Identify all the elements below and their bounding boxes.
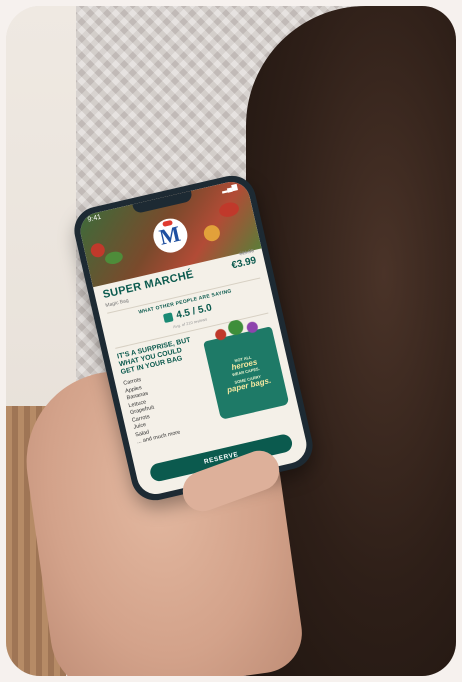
signal-icon: ▂▄▆ — [220, 183, 238, 194]
photo-frame: 9:41 ▂▄▆ M €11.99 SUPER MARCHÉ €3.99 Mag… — [6, 6, 456, 676]
status-time: 9:41 — [87, 213, 102, 224]
rating-icon — [162, 312, 174, 324]
shopping-bag-image: NOT ALL heroes WEAR CAPES. SOME CARRY pa… — [203, 314, 290, 420]
contents-list: Carrots Apples Bananas Lettuce Grapefrui… — [123, 371, 181, 447]
price: €3.99 — [230, 255, 258, 272]
contents-heading: IT'S A SURPRISE, BUT WHAT YOU COULD GET … — [116, 336, 192, 377]
